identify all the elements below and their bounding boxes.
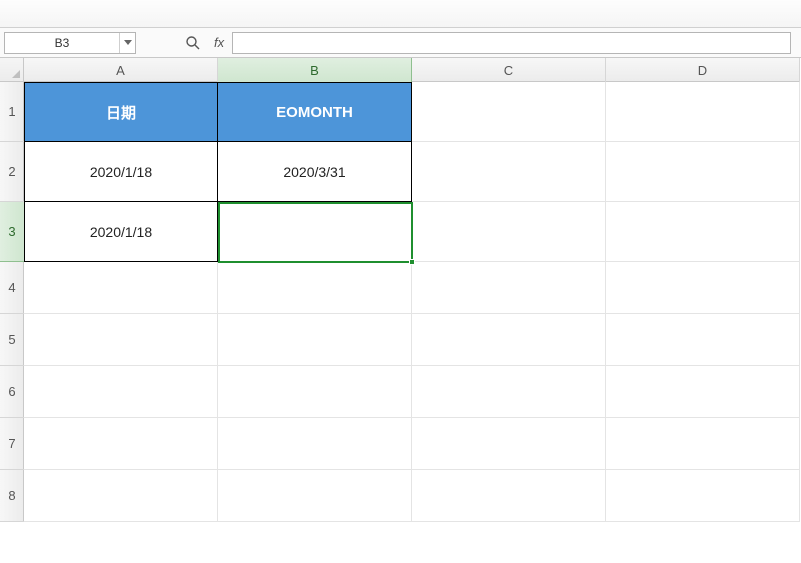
cell-B1[interactable]: EOMONTH [218,82,412,142]
cell-C8[interactable] [412,470,606,522]
zoom-icon[interactable] [184,34,202,52]
select-all-corner[interactable] [0,58,24,82]
cell-D6[interactable] [606,366,800,418]
column-header-D[interactable]: D [606,58,800,82]
cell-A6[interactable] [24,366,218,418]
cell-C6[interactable] [412,366,606,418]
row-headers: 12345678 [0,82,24,522]
cell-A8[interactable] [24,470,218,522]
cell-B2[interactable]: 2020/3/31 [218,142,412,202]
cell-A5[interactable] [24,314,218,366]
cell-C5[interactable] [412,314,606,366]
cell-D2[interactable] [606,142,800,202]
sheet-area: ABCD 12345678 日期EOMONTH2020/1/182020/3/3… [0,58,801,563]
column-headers: ABCD [24,58,800,82]
cell-D4[interactable] [606,262,800,314]
column-header-C[interactable]: C [412,58,606,82]
row-header-8[interactable]: 8 [0,470,24,522]
row-header-2[interactable]: 2 [0,142,24,202]
formula-input[interactable] [232,32,791,54]
row-header-6[interactable]: 6 [0,366,24,418]
row-header-4[interactable]: 4 [0,262,24,314]
cell-C4[interactable] [412,262,606,314]
cell-D5[interactable] [606,314,800,366]
row-header-7[interactable]: 7 [0,418,24,470]
cell-D3[interactable] [606,202,800,262]
row-header-3[interactable]: 3 [0,202,24,262]
cell-C1[interactable] [412,82,606,142]
cell-C3[interactable] [412,202,606,262]
cell-C7[interactable] [412,418,606,470]
cell-B4[interactable] [218,262,412,314]
column-header-A[interactable]: A [24,58,218,82]
cell-A1[interactable]: 日期 [24,82,218,142]
cell-A7[interactable] [24,418,218,470]
column-header-B[interactable]: B [218,58,412,82]
fx-label[interactable]: fx [214,35,224,50]
row-header-5[interactable]: 5 [0,314,24,366]
cell-A3[interactable]: 2020/1/18 [24,202,218,262]
cell-D8[interactable] [606,470,800,522]
name-box-value: B3 [5,36,119,50]
cell-C2[interactable] [412,142,606,202]
cell-B6[interactable] [218,366,412,418]
cell-B5[interactable] [218,314,412,366]
cell-B8[interactable] [218,470,412,522]
formula-bar: B3 fx [0,28,801,58]
chevron-down-icon[interactable] [119,33,135,53]
cell-B7[interactable] [218,418,412,470]
cell-A4[interactable] [24,262,218,314]
ribbon-placeholder [0,0,801,28]
cell-D1[interactable] [606,82,800,142]
cell-B3[interactable] [218,202,412,262]
row-header-1[interactable]: 1 [0,82,24,142]
cell-D7[interactable] [606,418,800,470]
cell-A2[interactable]: 2020/1/18 [24,142,218,202]
name-box[interactable]: B3 [4,32,136,54]
